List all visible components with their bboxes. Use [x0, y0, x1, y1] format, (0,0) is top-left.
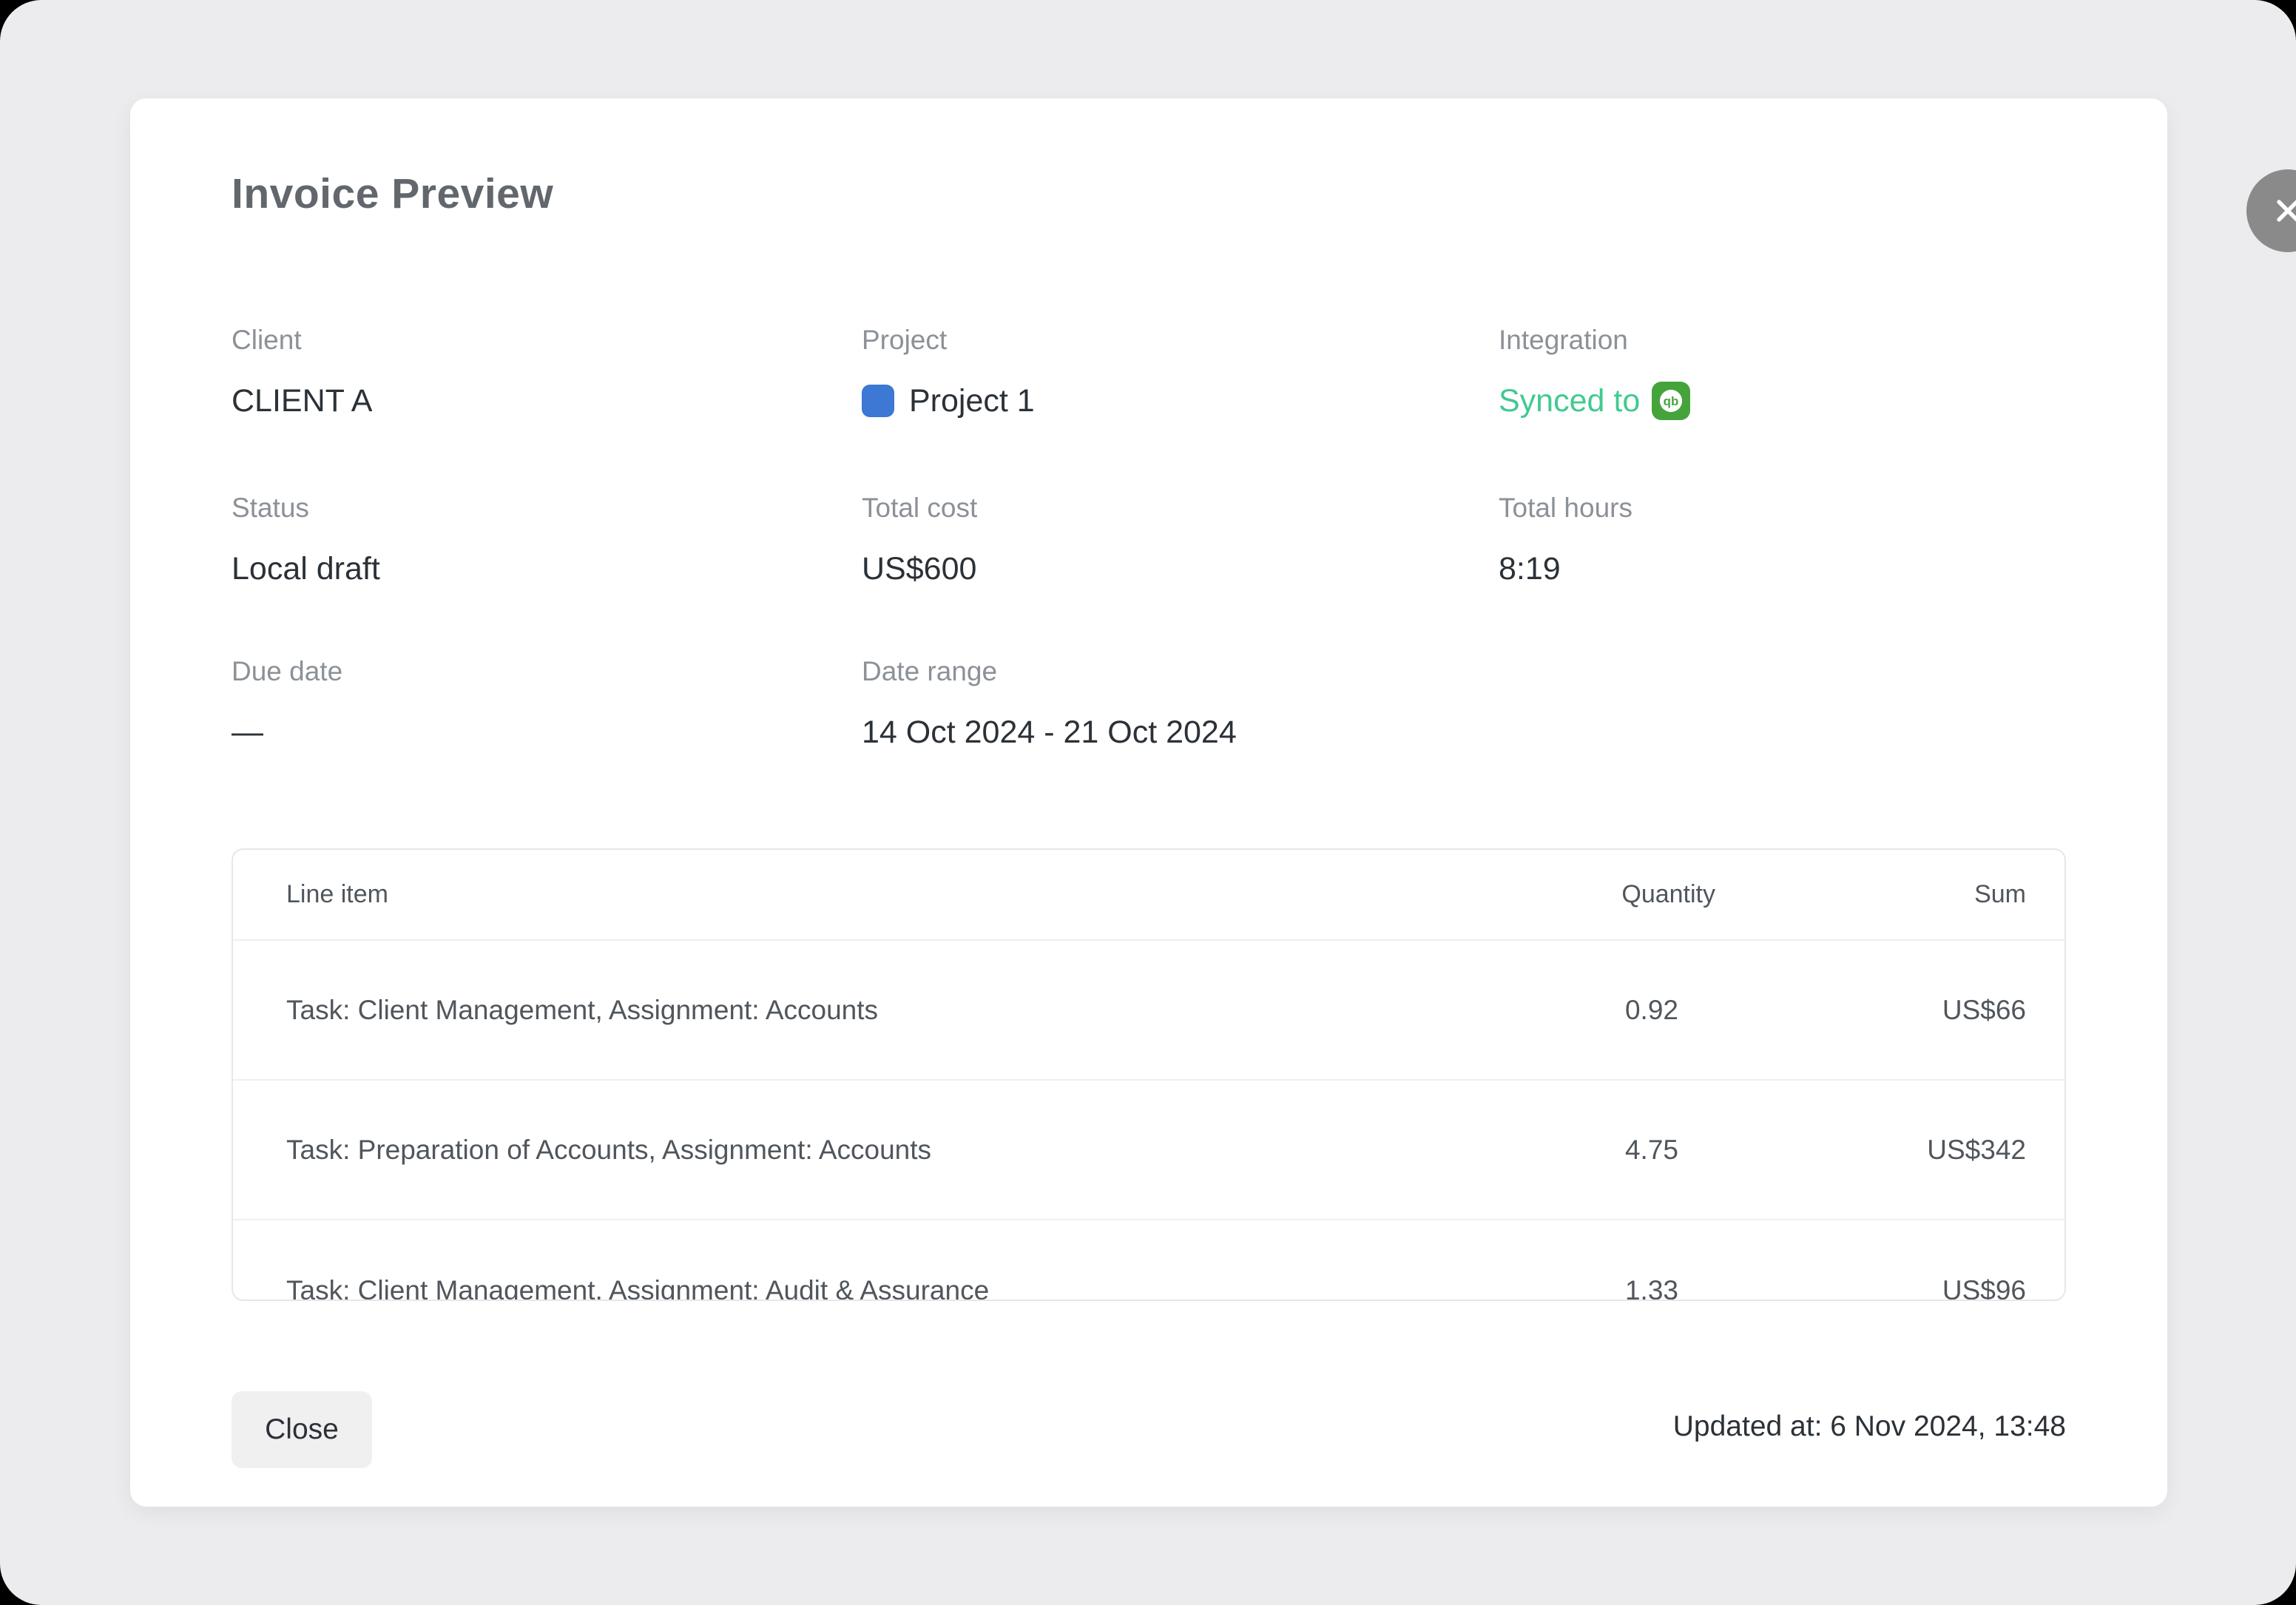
line-items-table: Line item Quantity Sum Task: Client Mana… — [232, 848, 2066, 1301]
integration-value[interactable]: Synced to qb — [1499, 381, 1690, 421]
status-label: Status — [232, 491, 380, 525]
table-header-row: Line item Quantity Sum — [233, 850, 2064, 941]
synced-to-text: Synced to — [1499, 381, 1640, 421]
table-row: Task: Client Management, Assignment: Acc… — [233, 941, 2064, 1081]
status-value: Local draft — [232, 549, 380, 589]
cell-line-item: Task: Preparation of Accounts, Assignmen… — [286, 1135, 1405, 1166]
cell-sum: US$66 — [1715, 995, 2026, 1026]
cell-line-item: Task: Client Management, Assignment: Aud… — [286, 1275, 1405, 1302]
total-hours-label: Total hours — [1499, 491, 1632, 525]
svg-text:qb: qb — [1664, 394, 1679, 408]
date-range-value: 14 Oct 2024 - 21 Oct 2024 — [862, 712, 1237, 752]
cell-line-item: Task: Client Management, Assignment: Acc… — [286, 995, 1405, 1026]
project-name: Project 1 — [909, 381, 1035, 421]
field-project: Project Project 1 — [862, 323, 1035, 421]
cell-quantity: 4.75 — [1405, 1135, 1715, 1166]
table-row: Task: Client Management, Assignment: Aud… — [233, 1220, 2064, 1301]
total-cost-label: Total cost — [862, 491, 977, 525]
desktop-background: Invoice Preview Client CLIENT A Project … — [0, 0, 2296, 1605]
project-color-square-icon — [862, 385, 894, 417]
project-label: Project — [862, 323, 1035, 357]
field-status: Status Local draft — [232, 491, 380, 589]
due-date-value: — — [232, 712, 342, 752]
project-value: Project 1 — [862, 381, 1035, 421]
close-button[interactable]: Close — [232, 1391, 372, 1468]
cell-quantity: 0.92 — [1405, 995, 1715, 1026]
header-sum: Sum — [1715, 880, 2026, 909]
total-cost-value: US$600 — [862, 549, 977, 589]
due-date-label: Due date — [232, 655, 342, 689]
total-hours-value: 8:19 — [1499, 549, 1632, 589]
cell-sum: US$342 — [1715, 1135, 2026, 1166]
table-row: Task: Preparation of Accounts, Assignmen… — [233, 1081, 2064, 1220]
client-value: CLIENT A — [232, 381, 372, 421]
invoice-preview-modal: Invoice Preview Client CLIENT A Project … — [130, 98, 2167, 1507]
header-line-item: Line item — [286, 880, 1405, 909]
x-icon — [2264, 187, 2296, 234]
modal-close-button[interactable] — [2246, 169, 2296, 252]
field-date-range: Date range 14 Oct 2024 - 21 Oct 2024 — [862, 655, 1237, 752]
header-quantity: Quantity — [1405, 880, 1715, 909]
modal-title: Invoice Preview — [232, 169, 553, 218]
client-label: Client — [232, 323, 372, 357]
updated-at-text: Updated at: 6 Nov 2024, 13:48 — [1673, 1410, 2066, 1443]
cell-quantity: 1.33 — [1405, 1275, 1715, 1302]
date-range-label: Date range — [862, 655, 1237, 689]
field-client: Client CLIENT A — [232, 323, 372, 421]
field-due-date: Due date — — [232, 655, 342, 752]
cell-sum: US$96 — [1715, 1275, 2026, 1302]
quickbooks-icon: qb — [1652, 382, 1690, 420]
field-total-hours: Total hours 8:19 — [1499, 491, 1632, 589]
field-total-cost: Total cost US$600 — [862, 491, 977, 589]
field-integration: Integration Synced to qb — [1499, 323, 1690, 421]
integration-label: Integration — [1499, 323, 1690, 357]
